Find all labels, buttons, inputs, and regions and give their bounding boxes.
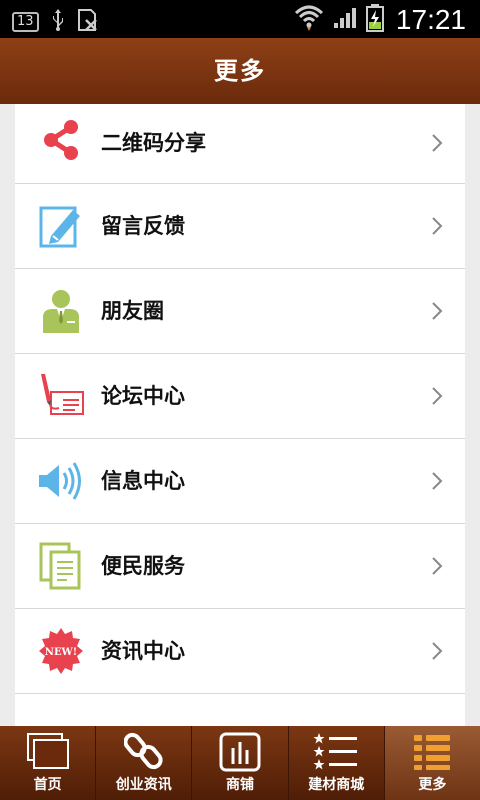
bottom-tab-bar: 首页 创业资讯 商铺 建材商城 更多	[0, 726, 480, 800]
tab-label: 商铺	[226, 777, 254, 793]
chevron-right-icon	[427, 301, 447, 321]
speaker-icon	[37, 457, 85, 505]
menu-item-label: 信息中心	[101, 469, 185, 493]
wifi-icon	[294, 5, 324, 35]
tab-label: 建材商城	[308, 777, 365, 793]
tab-label: 创业资讯	[115, 777, 172, 793]
chevron-right-icon	[427, 641, 447, 661]
bar-chart-icon	[219, 732, 261, 772]
tab-building-materials-mall[interactable]: 建材商城	[289, 726, 384, 800]
notification-badge: 13	[12, 12, 39, 32]
menu-item-label: 论坛中心	[101, 384, 185, 408]
windows-icon	[26, 733, 69, 769]
chevron-right-icon	[427, 216, 447, 236]
more-menu-list: 二维码分享 留言反馈 朋友圈 论坛中心 信息中心 便民服务 NEW! 资讯中心	[15, 104, 465, 726]
menu-item-label: 资讯中心	[101, 639, 185, 663]
menu-item-convenience-service[interactable]: 便民服务	[15, 524, 465, 609]
battery-icon	[365, 4, 384, 36]
edit-note-icon	[37, 202, 85, 250]
status-bar: 13 17:21	[0, 0, 480, 38]
documents-icon	[37, 542, 85, 590]
menu-item-label: 便民服务	[101, 554, 185, 578]
menu-item-forum[interactable]: 论坛中心	[15, 354, 465, 439]
chevron-right-icon	[427, 386, 447, 406]
menu-list-icon	[414, 735, 451, 770]
menu-item-info-center[interactable]: 信息中心	[15, 439, 465, 524]
clock: 17:21	[395, 4, 466, 35]
menu-item-feedback[interactable]: 留言反馈	[15, 184, 465, 269]
usb-icon	[51, 9, 65, 35]
menu-item-label: 留言反馈	[101, 214, 185, 238]
new-badge-icon: NEW!	[37, 627, 85, 675]
tab-label: 首页	[33, 777, 62, 793]
chevron-right-icon	[427, 133, 447, 153]
menu-item-label: 朋友圈	[101, 299, 164, 323]
tab-shops[interactable]: 商铺	[192, 726, 287, 800]
menu-item-label: 二维码分享	[101, 131, 206, 155]
pen-paper-icon	[37, 372, 85, 420]
menu-item-moments[interactable]: 朋友圈	[15, 269, 465, 354]
tab-home[interactable]: 首页	[0, 726, 95, 800]
new-badge-text: NEW!	[45, 647, 77, 658]
share-icon	[37, 116, 85, 164]
page-title: 更多	[0, 38, 480, 104]
chevron-right-icon	[427, 556, 447, 576]
link-icon	[123, 732, 163, 770]
signal-icon	[332, 6, 358, 34]
menu-item-news-center[interactable]: NEW! 资讯中心	[15, 609, 465, 694]
sim-icon	[77, 8, 99, 36]
tab-label: 更多	[418, 777, 447, 793]
tab-more[interactable]: 更多	[384, 726, 480, 800]
chevron-right-icon	[427, 471, 447, 491]
person-icon	[37, 287, 85, 335]
tab-startup-news[interactable]: 创业资讯	[96, 726, 191, 800]
menu-item-qrcode-share[interactable]: 二维码分享	[15, 104, 465, 184]
star-list-icon	[313, 733, 358, 770]
